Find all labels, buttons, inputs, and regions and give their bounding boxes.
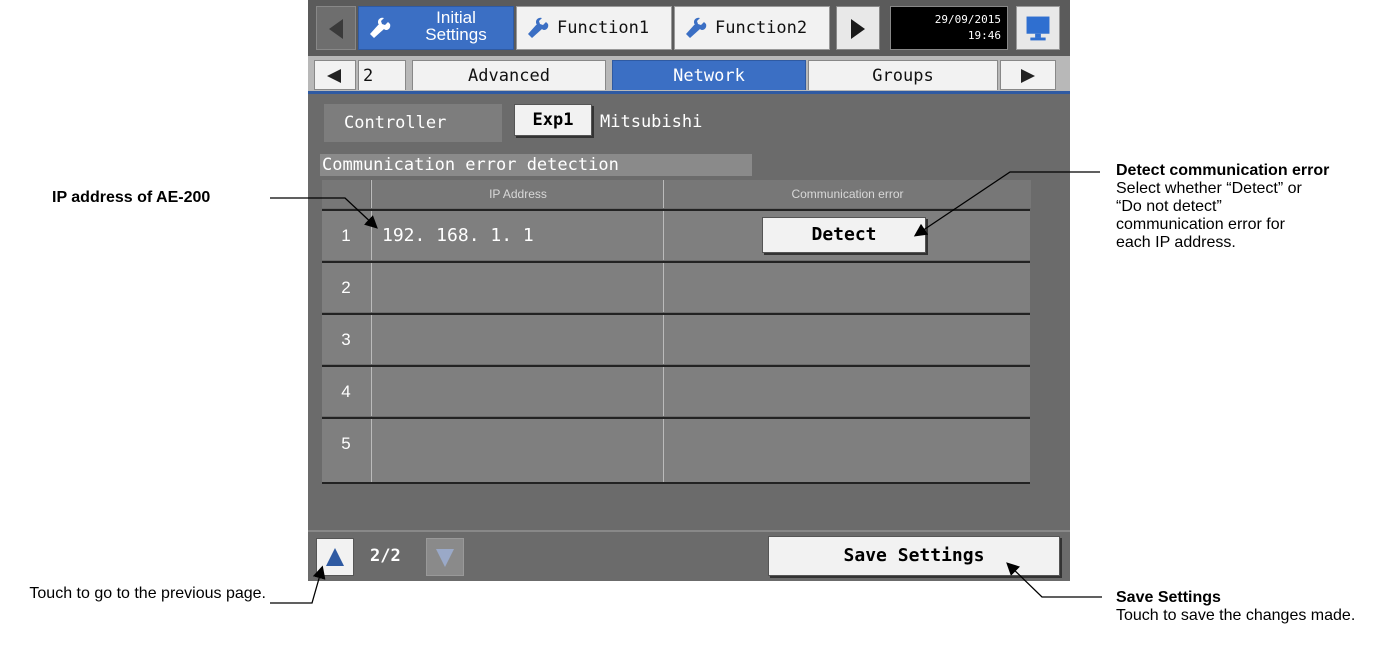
- wrench-icon: [528, 17, 549, 38]
- row-number: 4: [341, 382, 351, 401]
- previous-page-button[interactable]: [316, 538, 354, 576]
- column-header-communication-error: Communication error: [663, 180, 1031, 208]
- table-row: 2: [322, 261, 1030, 312]
- row-number: 5: [341, 434, 351, 453]
- ip-address-field[interactable]: 192. 168. 1. 1: [371, 211, 663, 260]
- up-arrow-icon: [326, 548, 344, 566]
- tab-groups[interactable]: Groups: [808, 60, 998, 90]
- controller-name: Mitsubishi: [600, 112, 703, 132]
- communication-error-cell[interactable]: [663, 263, 1030, 312]
- tab-initial-settings-label: Initial Settings: [425, 8, 487, 44]
- tab-function2[interactable]: Function2: [674, 6, 830, 50]
- column-header-number: [322, 180, 370, 208]
- column-header-ip-address: IP Address: [371, 180, 664, 208]
- communication-error-cell[interactable]: [663, 419, 1030, 482]
- tab-advanced[interactable]: Advanced: [412, 60, 606, 90]
- save-settings-button[interactable]: Save Settings: [768, 536, 1060, 576]
- row-number: 2: [341, 278, 351, 297]
- ip-address-field[interactable]: [371, 263, 663, 312]
- subtab-next-button[interactable]: [1000, 60, 1056, 90]
- tab-function1[interactable]: Function1: [516, 6, 672, 50]
- annotation-detect-desc: Select whether “Detect” or “Do not detec…: [1116, 180, 1302, 251]
- communication-error-cell[interactable]: [663, 315, 1030, 364]
- monitor-button[interactable]: [1016, 6, 1060, 50]
- tab-initial-settings[interactable]: Initial Settings: [358, 6, 514, 50]
- communication-error-cell: Detect: [663, 211, 1030, 260]
- ip-table: IP Address Communication error 1 192. 16…: [322, 180, 1031, 484]
- down-arrow-icon: [436, 549, 454, 567]
- clock: 29/09/2015 19:46: [890, 6, 1008, 50]
- top-bar: Initial Settings Function1 Function2 29/…: [308, 0, 1070, 56]
- footer-bar: 2/2 Save Settings: [308, 530, 1070, 581]
- tab-function2-label: Function2: [715, 18, 808, 38]
- top-prev-arrow-button[interactable]: [316, 6, 356, 50]
- left-arrow-icon: [327, 69, 341, 83]
- clock-time: 19:46: [967, 29, 1001, 42]
- table-row: 4: [322, 365, 1030, 416]
- page-indicator: 2/2: [370, 546, 401, 566]
- controller-label: Controller: [324, 104, 502, 142]
- row-number: 1: [341, 226, 351, 245]
- monitor-icon: [1026, 16, 1050, 41]
- subtab-prev-button[interactable]: [314, 60, 356, 90]
- section-title: Communication error detection: [320, 154, 752, 176]
- right-arrow-icon: [851, 19, 865, 39]
- ip-address-field[interactable]: [371, 367, 663, 416]
- row-number: 3: [341, 330, 351, 349]
- detect-button[interactable]: Detect: [762, 217, 926, 253]
- controller-select-button[interactable]: Exp1: [514, 104, 592, 136]
- tab-function1-label: Function1: [557, 18, 650, 38]
- controller-screen: Initial Settings Function1 Function2 29/…: [308, 0, 1070, 581]
- right-arrow-icon: [1021, 69, 1035, 83]
- table-row: 5: [322, 417, 1030, 484]
- tab-page-2[interactable]: 2: [358, 60, 406, 90]
- next-page-button: [426, 538, 464, 576]
- annotation-detect: Detect communication error Select whethe…: [1116, 162, 1378, 252]
- ip-address-field[interactable]: [371, 315, 663, 364]
- table-row: 1 192. 168. 1. 1 Detect: [322, 209, 1030, 260]
- annotation-detect-title: Detect communication error: [1116, 162, 1330, 179]
- sub-tab-bar: 2 Advanced Network Groups: [308, 56, 1070, 94]
- tab-network[interactable]: Network: [612, 60, 806, 90]
- annotation-prev-page: Touch to go to the previous page.: [29, 585, 266, 602]
- wrench-icon: [686, 17, 707, 38]
- annotation-ip-address: IP address of AE-200: [52, 189, 211, 206]
- annotation-save: Save Settings Touch to save the changes …: [1116, 589, 1378, 625]
- table-row: 3: [322, 313, 1030, 364]
- clock-date: 29/09/2015: [934, 13, 1001, 26]
- wrench-icon: [370, 17, 391, 38]
- top-next-arrow-button[interactable]: [836, 6, 880, 50]
- annotation-save-title: Save Settings: [1116, 589, 1221, 606]
- annotation-save-desc: Touch to save the changes made.: [1116, 607, 1356, 624]
- communication-error-cell[interactable]: [663, 367, 1030, 416]
- left-arrow-icon: [329, 19, 343, 39]
- ip-address-field[interactable]: [371, 419, 663, 482]
